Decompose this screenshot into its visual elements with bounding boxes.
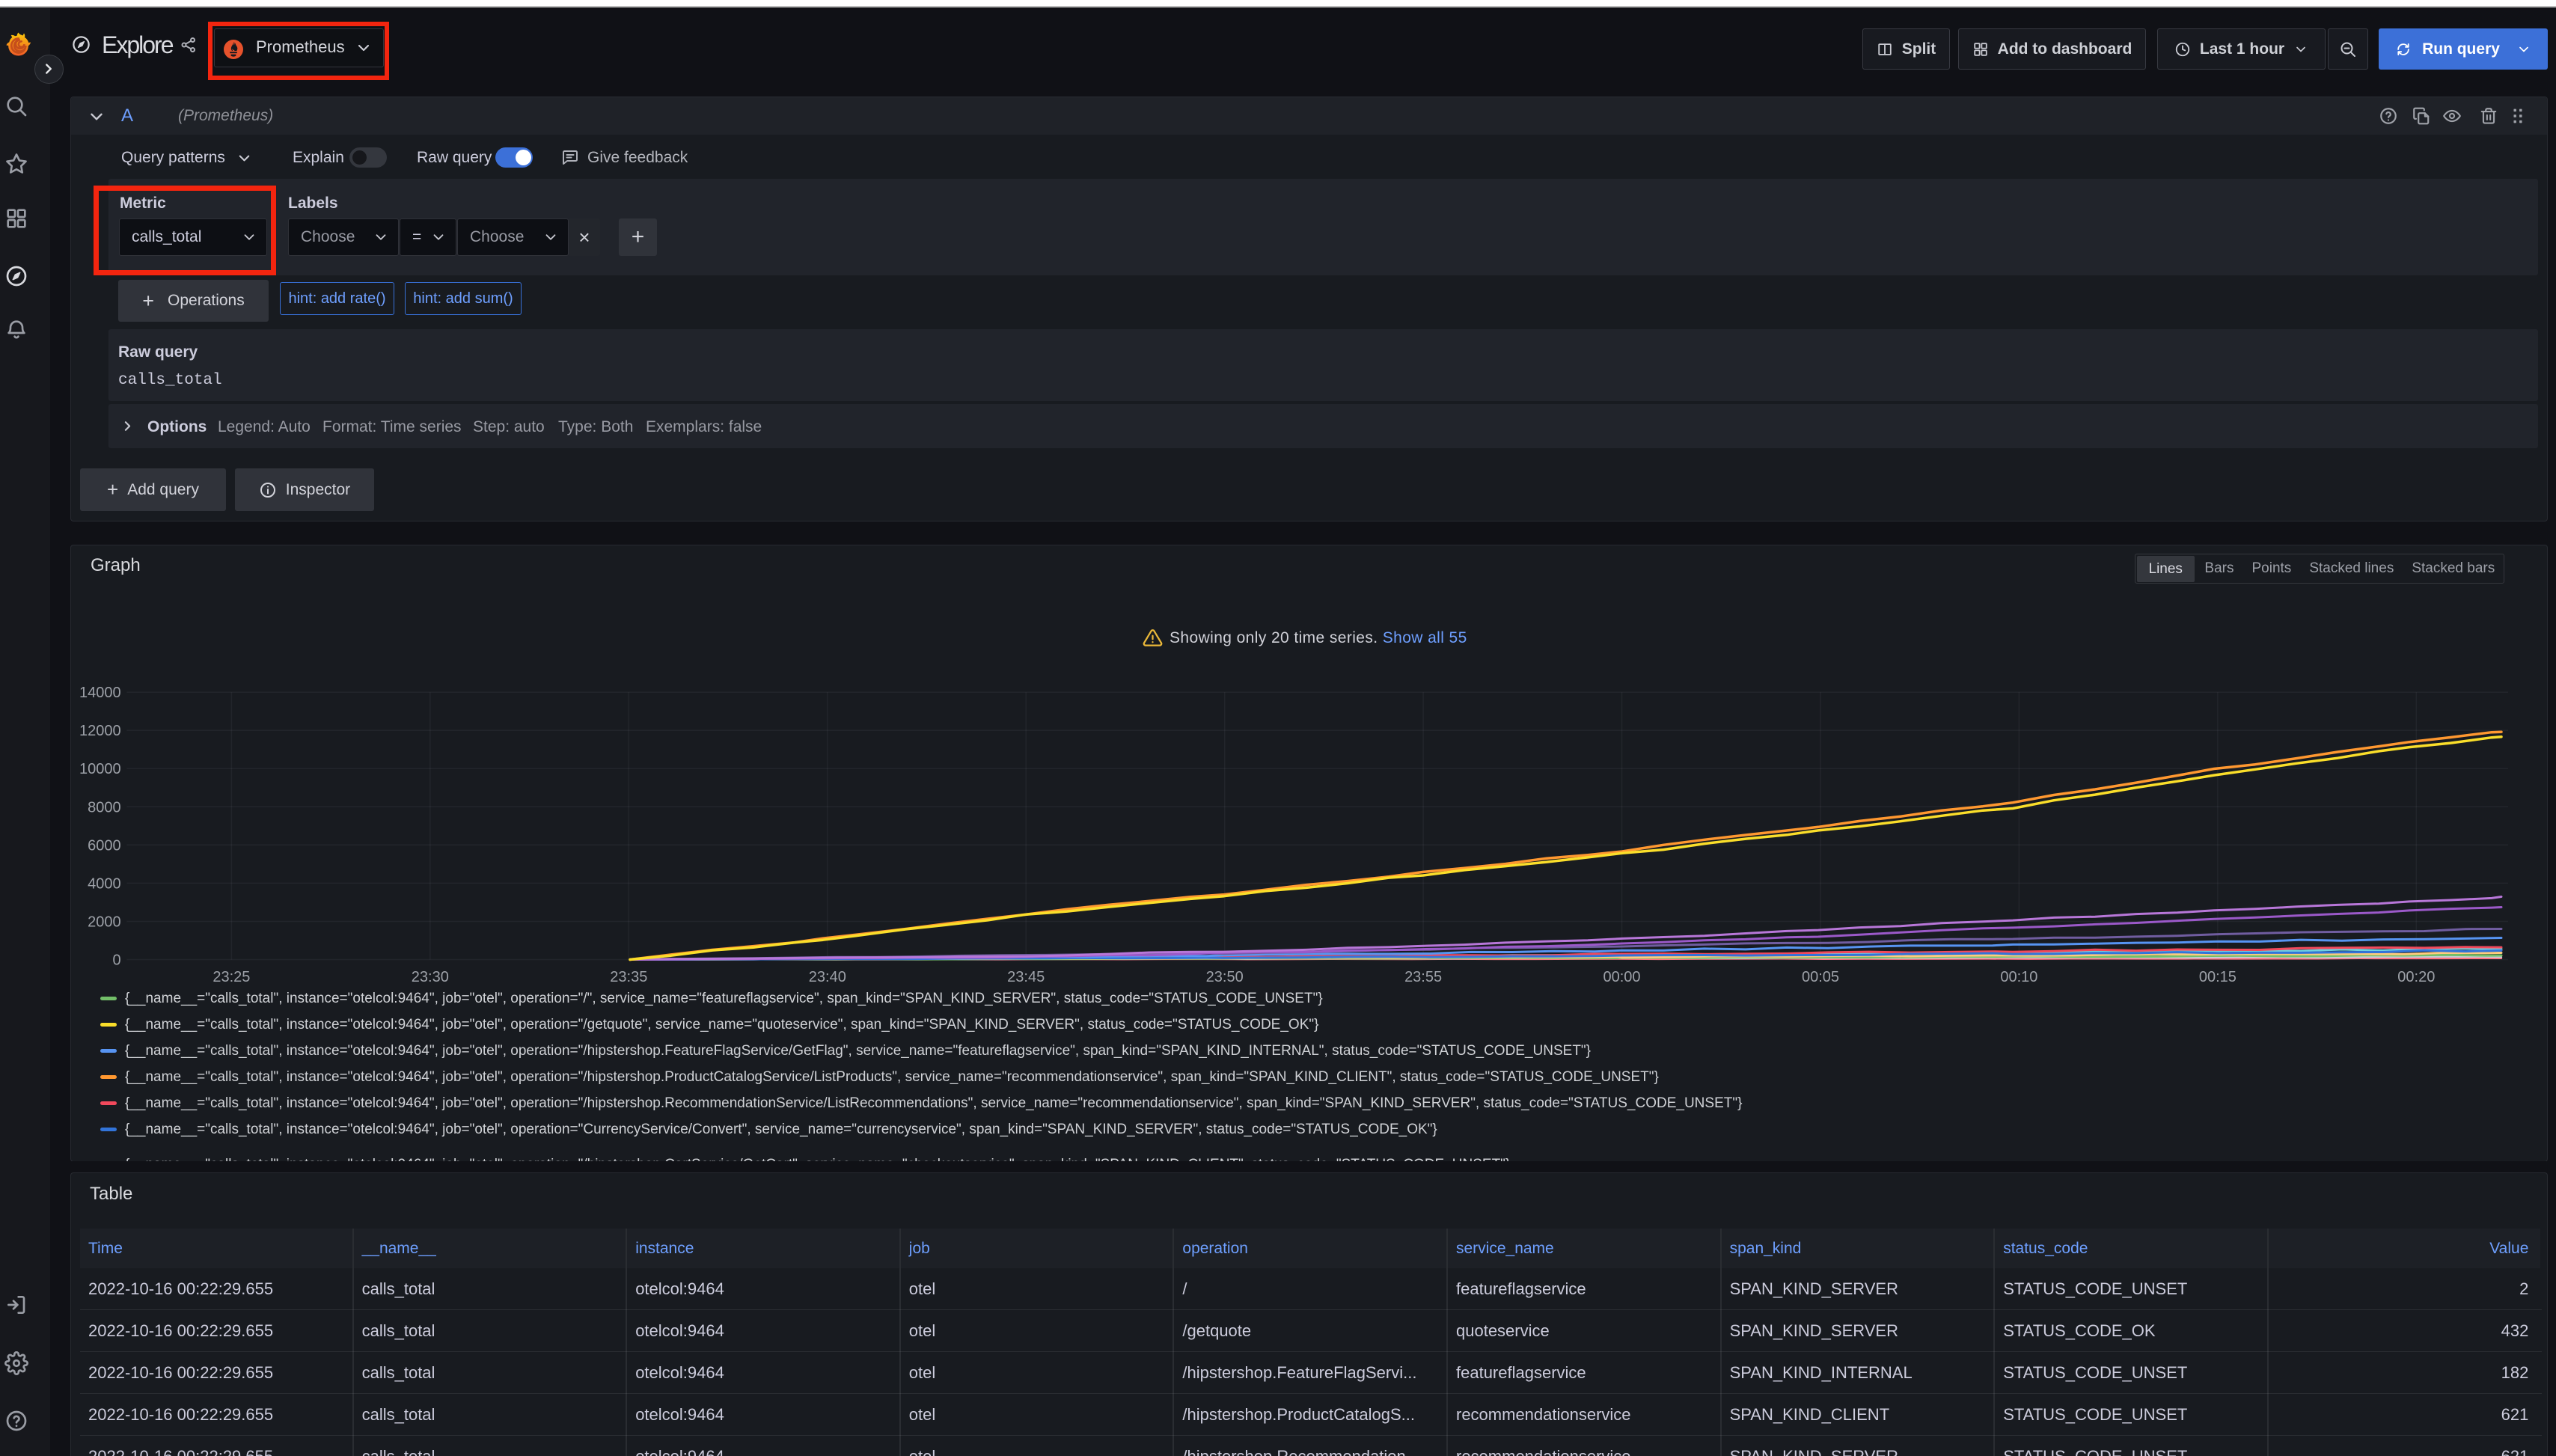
svg-text:12000: 12000 (79, 723, 121, 739)
svg-text:4000: 4000 (88, 875, 121, 892)
svg-text:14000: 14000 (79, 685, 121, 701)
svg-text:23:55: 23:55 (1404, 969, 1442, 985)
svg-text:00:15: 00:15 (2199, 969, 2236, 985)
svg-text:23:40: 23:40 (809, 969, 846, 985)
svg-text:00:10: 00:10 (2000, 969, 2037, 985)
svg-text:23:50: 23:50 (1206, 969, 1244, 985)
svg-text:00:20: 00:20 (2397, 969, 2435, 985)
svg-text:23:35: 23:35 (610, 969, 647, 985)
svg-text:23:30: 23:30 (412, 969, 449, 985)
svg-text:23:25: 23:25 (213, 969, 250, 985)
svg-text:8000: 8000 (88, 799, 121, 816)
svg-text:23:45: 23:45 (1007, 969, 1045, 985)
svg-text:00:00: 00:00 (1603, 969, 1640, 985)
svg-text:10000: 10000 (79, 761, 121, 777)
svg-text:00:05: 00:05 (1802, 969, 1839, 985)
svg-text:0: 0 (112, 952, 120, 969)
svg-text:2000: 2000 (88, 914, 121, 931)
svg-text:6000: 6000 (88, 837, 121, 854)
